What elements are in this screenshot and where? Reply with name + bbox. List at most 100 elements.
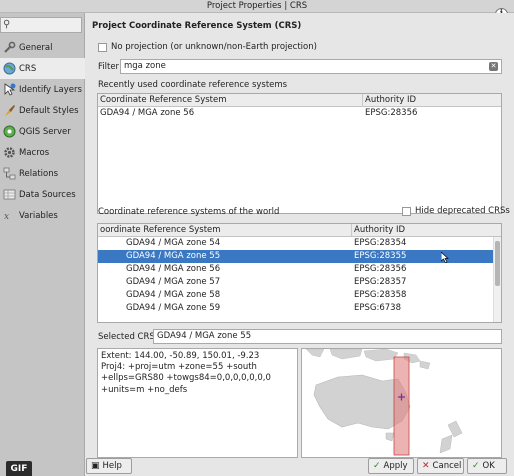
row-crs-name: GDA94 / MGA zone 56 — [126, 264, 221, 274]
extent-text: Extent: 144.00, -50.89, 150.01, -9.23 — [101, 351, 260, 361]
server-icon — [2, 125, 16, 139]
table-row[interactable]: GDA94 / MGA zone 59 EPSG:6738 — [98, 302, 501, 315]
row-authority-id: EPSG:28354 — [354, 238, 407, 248]
row-authority-id: EPSG:28356 — [365, 108, 418, 118]
sidebar-search-input[interactable]: ⚲ — [0, 17, 82, 33]
table-row[interactable]: GDA94 / MGA zone 58 EPSG:28358 — [98, 289, 501, 302]
table-row[interactable]: GDA94 / MGA zone 56 EPSG:28356 — [98, 107, 501, 120]
row-authority-id: EPSG:28358 — [354, 290, 407, 300]
table-row-selected[interactable]: GDA94 / MGA zone 55 EPSG:28355 — [98, 250, 501, 263]
main-panel: Project Coordinate Reference System (CRS… — [86, 13, 514, 476]
sidebar-item-macros[interactable]: Macros — [0, 142, 85, 163]
sidebar-item-identify-layers[interactable]: Identify Layers — [0, 79, 85, 100]
relations-icon — [2, 167, 16, 181]
column-header-crs[interactable]: Coordinate Reference System — [98, 94, 363, 107]
checkmark-icon: ✓ — [472, 461, 480, 471]
no-projection-checkbox[interactable]: No projection (or unknown/non-Earth proj… — [98, 42, 317, 52]
crs-description: Extent: 144.00, -50.89, 150.01, -9.23 Pr… — [97, 348, 298, 458]
hide-deprecated-label: Hide deprecated CRSs — [415, 206, 510, 216]
row-crs-name: GDA94 / MGA zone 54 — [126, 238, 221, 248]
close-icon: ✕ — [422, 461, 430, 471]
table-row[interactable]: GDA94 / MGA zone 54 EPSG:28354 — [98, 237, 501, 250]
styles-icon — [2, 104, 16, 118]
row-crs-name: GDA94 / MGA zone 56 — [100, 108, 195, 118]
sidebar-item-crs[interactable]: CRS — [0, 58, 85, 79]
sidebar-item-label: Variables — [19, 210, 58, 221]
table-scrollbar[interactable] — [493, 237, 501, 322]
sidebar-item-default-styles[interactable]: Default Styles — [0, 100, 85, 121]
variables-icon: x — [2, 209, 16, 223]
sidebar-item-label: Default Styles — [19, 105, 79, 116]
checkmark-icon: ✓ — [373, 461, 381, 471]
window-title: Project Properties | CRS — [0, 0, 514, 13]
crs-extent-rectangle — [393, 356, 410, 456]
sidebar-item-label: Identify Layers — [19, 84, 82, 95]
sidebar-item-variables[interactable]: x Variables — [0, 205, 85, 226]
selected-crs-label: Selected CRS — [98, 332, 155, 342]
row-crs-name: GDA94 / MGA zone 57 — [126, 277, 221, 287]
ok-label: OK — [482, 461, 495, 471]
column-header-authority[interactable]: Authority ID — [352, 224, 494, 237]
clear-icon[interactable]: ✕ — [489, 62, 498, 71]
sidebar: ⚲ General CRS Identify Layers Default St… — [0, 13, 85, 476]
proj4-text: Proj4: +proj=utm +zone=55 +south +ellps=… — [101, 362, 271, 395]
filter-input[interactable]: mga zone ✕ — [120, 59, 502, 74]
gear-icon — [2, 146, 16, 160]
wrench-icon — [2, 41, 16, 55]
scrollbar-thumb[interactable] — [495, 241, 500, 286]
sidebar-item-general[interactable]: General — [0, 37, 85, 58]
table-row[interactable]: GDA94 / MGA zone 56 EPSG:28356 — [98, 263, 501, 276]
sidebar-item-label: QGIS Server — [19, 126, 71, 137]
sidebar-item-label: Relations — [19, 168, 59, 179]
hide-deprecated-checkbox[interactable]: Hide deprecated CRSs — [402, 206, 510, 216]
recent-crs-label: Recently used coordinate reference syste… — [98, 80, 288, 90]
selected-crs-field: GDA94 / MGA zone 55 — [153, 329, 502, 344]
help-button[interactable]: ▣ Help — [86, 458, 132, 474]
row-authority-id: EPSG:28355 — [354, 251, 407, 261]
column-header-authority[interactable]: Authority ID — [363, 94, 501, 107]
world-map-preview — [302, 349, 501, 457]
ok-button[interactable]: ✓ OK — [467, 458, 507, 474]
row-crs-name: GDA94 / MGA zone 59 — [126, 303, 221, 313]
row-authority-id: EPSG:6738 — [354, 303, 401, 313]
world-crs-table: oordinate Reference System Authority ID … — [97, 223, 502, 323]
row-authority-id: EPSG:28356 — [354, 264, 407, 274]
world-crs-label: Coordinate reference systems of the worl… — [98, 207, 280, 217]
cancel-label: Cancel — [432, 461, 462, 471]
apply-button[interactable]: ✓ Apply — [368, 458, 414, 474]
row-authority-id: EPSG:28357 — [354, 277, 407, 287]
sidebar-item-label: CRS — [19, 63, 37, 74]
checkbox-box[interactable] — [98, 42, 107, 52]
filter-label: Filter — [98, 62, 120, 72]
gif-badge: GIF — [6, 461, 32, 476]
sidebar-item-relations[interactable]: Relations — [0, 163, 85, 184]
recent-table-header: Coordinate Reference System Authority ID — [98, 94, 501, 107]
table-row[interactable]: GDA94 / MGA zone 57 EPSG:28357 — [98, 276, 501, 289]
crs-extent-map — [301, 348, 502, 458]
sidebar-item-label: Macros — [19, 147, 50, 158]
section-title: Project Coordinate Reference System (CRS… — [92, 21, 302, 31]
help-icon: ▣ — [91, 461, 100, 471]
sidebar-list: General CRS Identify Layers Default Styl… — [0, 37, 85, 226]
identify-icon — [2, 83, 16, 97]
filter-value: mga zone — [124, 61, 166, 71]
datasource-icon — [2, 188, 16, 202]
apply-label: Apply — [383, 461, 408, 471]
sidebar-item-label: General — [19, 42, 53, 53]
help-label: Help — [102, 461, 122, 471]
row-crs-name: GDA94 / MGA zone 58 — [126, 290, 221, 300]
sidebar-item-data-sources[interactable]: Data Sources — [0, 184, 85, 205]
checkbox-box[interactable] — [402, 206, 411, 216]
sidebar-item-label: Data Sources — [19, 189, 76, 200]
cancel-button[interactable]: ✕ Cancel — [417, 458, 464, 474]
no-projection-label: No projection (or unknown/non-Earth proj… — [111, 42, 317, 52]
column-header-crs[interactable]: oordinate Reference System — [98, 224, 352, 237]
search-icon: ⚲ — [3, 19, 11, 30]
world-table-header: oordinate Reference System Authority ID — [98, 224, 501, 237]
globe-icon — [2, 62, 16, 76]
recent-crs-table: Coordinate Reference System Authority ID… — [97, 93, 502, 214]
mouse-cursor-icon — [441, 252, 449, 263]
svg-text:x: x — [4, 212, 9, 222]
sidebar-item-qgis-server[interactable]: QGIS Server — [0, 121, 85, 142]
row-crs-name: GDA94 / MGA zone 55 — [126, 251, 221, 261]
